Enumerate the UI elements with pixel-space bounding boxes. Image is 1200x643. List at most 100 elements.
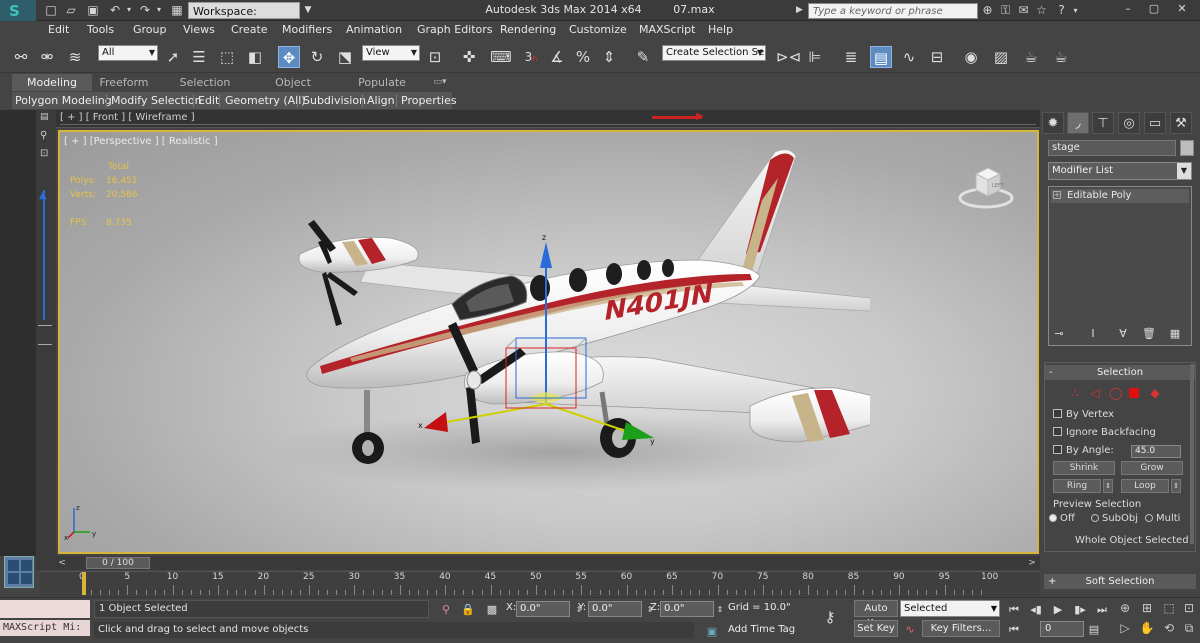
help-icon[interactable]: ? (1054, 3, 1069, 18)
menu-create[interactable]: Create (231, 23, 268, 36)
selection-lock-icon[interactable]: 🔒 (460, 602, 476, 617)
time-slider-thumb[interactable]: 0 / 100 (86, 557, 150, 569)
object-name-field[interactable]: stage (1048, 140, 1176, 156)
menu-maxscript[interactable]: MAXScript (639, 23, 695, 36)
panel-align[interactable]: Align (364, 92, 398, 109)
help-dropdown-icon[interactable]: ▾ (1068, 3, 1083, 18)
key-curve-icon[interactable]: ∿ (902, 622, 918, 637)
remove-modifier-icon[interactable]: 🗑 (1140, 326, 1158, 342)
grow-button[interactable]: Grow (1121, 461, 1183, 475)
menu-graph-editors[interactable]: Graph Editors (417, 23, 493, 36)
x-coordinate-field[interactable]: 0.0" (516, 601, 570, 617)
keyboard-shortcut-override-icon[interactable]: ⌨ (490, 46, 512, 68)
time-slider-next-icon[interactable]: > (1026, 557, 1038, 569)
make-unique-icon[interactable]: ∀ (1114, 326, 1132, 342)
key-filters-button[interactable]: Key Filters... (922, 620, 1000, 637)
soft-selection-rollout-header[interactable]: + Soft Selection (1044, 574, 1196, 589)
favorites-icon[interactable]: ☆ (1034, 3, 1049, 18)
polygon-mode-icon[interactable] (1129, 388, 1139, 398)
search-input[interactable]: Type a keyword or phrase (808, 3, 978, 19)
time-slider[interactable]: < 0 / 100 > (56, 556, 1040, 570)
align-icon[interactable]: ⊫ (804, 46, 826, 68)
layer-manager-icon[interactable]: ≣ (840, 46, 862, 68)
front-viewport-label[interactable]: [ + ] [ Front ] [ Wireframe ] (60, 112, 195, 123)
modify-tab-icon[interactable]: ◞ (1067, 112, 1089, 134)
track-bar[interactable]: 0510152025303540455055606570758085909510… (40, 571, 1040, 596)
by-vertex-checkbox[interactable]: By Vertex (1053, 409, 1114, 420)
select-and-move-icon[interactable]: ✥ (278, 46, 300, 68)
ribbon-options-icon[interactable]: ▭▾ (428, 74, 452, 91)
modifier-list-dropdown[interactable]: Modifier List ▼ (1048, 162, 1192, 180)
graphite-modeling-toggle-icon[interactable]: ▤ (870, 46, 892, 68)
y-coordinate-field[interactable]: 0.0" (588, 601, 642, 617)
select-and-scale-icon[interactable]: ⬔ (334, 46, 356, 68)
select-manipulate-icon[interactable]: ✜ (458, 46, 480, 68)
key-mode-toggle-icon[interactable]: ⏮ (1006, 622, 1022, 637)
key-mode-dropdown[interactable]: Selected ▼ (900, 600, 1000, 617)
hierarchy-tab-icon[interactable]: ⊤ (1092, 112, 1114, 134)
select-by-name-icon[interactable]: ☰ (188, 46, 210, 68)
perspective-viewport-label[interactable]: [ + ] [Perspective ] [ Realistic ] (64, 136, 218, 147)
menu-modifiers[interactable]: Modifiers (282, 23, 332, 36)
utilities-tab-icon[interactable]: ⚒ (1170, 112, 1192, 134)
pivot-center-icon[interactable]: ⊡ (424, 46, 446, 68)
spinner-snap-icon[interactable]: ⇕ (598, 46, 620, 68)
expand-icon[interactable]: + (1048, 574, 1056, 589)
current-frame-field[interactable]: 0 (1040, 621, 1084, 637)
maxscript-listener-input[interactable] (0, 600, 90, 618)
maxscript-mini-listener[interactable]: MAXScript Mi: (0, 620, 90, 636)
motion-tab-icon[interactable]: ◎ (1118, 112, 1140, 134)
stack-item-editable-poly[interactable]: Editable Poly (1051, 189, 1189, 203)
tab-populate[interactable]: Populate (352, 74, 412, 91)
element-mode-icon[interactable]: ◆ (1149, 387, 1161, 399)
left-strip-menu-icon[interactable]: ▤ (40, 112, 52, 124)
panel-geometry-all[interactable]: Geometry (All) (222, 92, 309, 109)
perspective-viewport[interactable]: [ + ] [Perspective ] [ Realistic ] Total… (58, 130, 1039, 554)
lock-icon[interactable]: ⚲ (40, 130, 47, 141)
panel-properties[interactable]: Properties (398, 92, 460, 109)
maximize-icon[interactable]: ▢ (1144, 0, 1164, 18)
play-icon[interactable]: ▶ (1050, 602, 1066, 617)
rendered-frame-window-icon[interactable]: ☕ (1020, 46, 1042, 68)
modifier-stack[interactable]: Editable Poly + (1048, 186, 1192, 346)
loop-spinner[interactable]: ⇕ (1171, 479, 1181, 493)
border-mode-icon[interactable]: ◯ (1109, 387, 1122, 399)
shrink-button[interactable]: Shrink (1053, 461, 1115, 475)
menu-group[interactable]: Group (133, 23, 167, 36)
time-tag-icon[interactable]: ▣ (704, 624, 720, 639)
selection-filter-dropdown[interactable]: All ▼ (98, 45, 158, 61)
preview-subobj-radio[interactable]: SubObj (1091, 513, 1138, 524)
window-crossing-icon[interactable]: ◧ (244, 46, 266, 68)
set-key-button[interactable]: Set Key (854, 620, 898, 637)
show-end-result-icon[interactable]: Ⅰ (1084, 326, 1102, 342)
preview-multi-radio[interactable]: Multi (1145, 513, 1180, 524)
command-panel-scrollbar[interactable] (1190, 364, 1194, 544)
menu-animation[interactable]: Animation (346, 23, 402, 36)
pan-view-icon[interactable]: ✋ (1138, 620, 1156, 637)
select-object-icon[interactable]: ➚ (162, 46, 184, 68)
zoom-all-icon[interactable]: ⊞ (1138, 600, 1156, 617)
unlink-icon[interactable]: ⚮ (36, 46, 58, 68)
ring-button[interactable]: Ring (1053, 479, 1101, 493)
vertex-mode-icon[interactable]: ∴ (1069, 387, 1081, 399)
percent-snap-icon[interactable]: % (572, 46, 594, 68)
by-angle-checkbox[interactable]: By Angle: (1053, 445, 1114, 456)
minimize-icon[interactable]: – (1118, 0, 1138, 18)
menu-customize[interactable]: Customize (569, 23, 627, 36)
edit-named-selection-icon[interactable]: ✎ (632, 46, 654, 68)
add-time-tag-button[interactable]: Add Time Tag (728, 624, 795, 635)
object-color-swatch[interactable] (1180, 140, 1194, 156)
render-setup-icon[interactable]: ▨ (990, 46, 1012, 68)
select-and-rotate-icon[interactable]: ↻ (306, 46, 328, 68)
isolate-selection-icon[interactable]: ⚲ (438, 602, 454, 617)
configure-modifier-sets-icon[interactable]: ▦ (1166, 326, 1184, 342)
render-production-icon[interactable]: ☕ (1050, 46, 1072, 68)
subscription-icon[interactable]: ⚿ (998, 3, 1013, 18)
binoculars-icon[interactable]: ⊕ (980, 3, 995, 18)
menu-tools[interactable]: Tools (87, 23, 114, 36)
move-gizmo[interactable]: z x y (416, 228, 676, 468)
curve-editor-icon[interactable]: ∿ (898, 46, 920, 68)
pin-stack-icon[interactable]: ⊸ (1050, 326, 1068, 342)
rectangular-selection-icon[interactable]: ⬚ (216, 46, 238, 68)
mirror-icon[interactable]: ⊳⊲ (776, 46, 801, 68)
